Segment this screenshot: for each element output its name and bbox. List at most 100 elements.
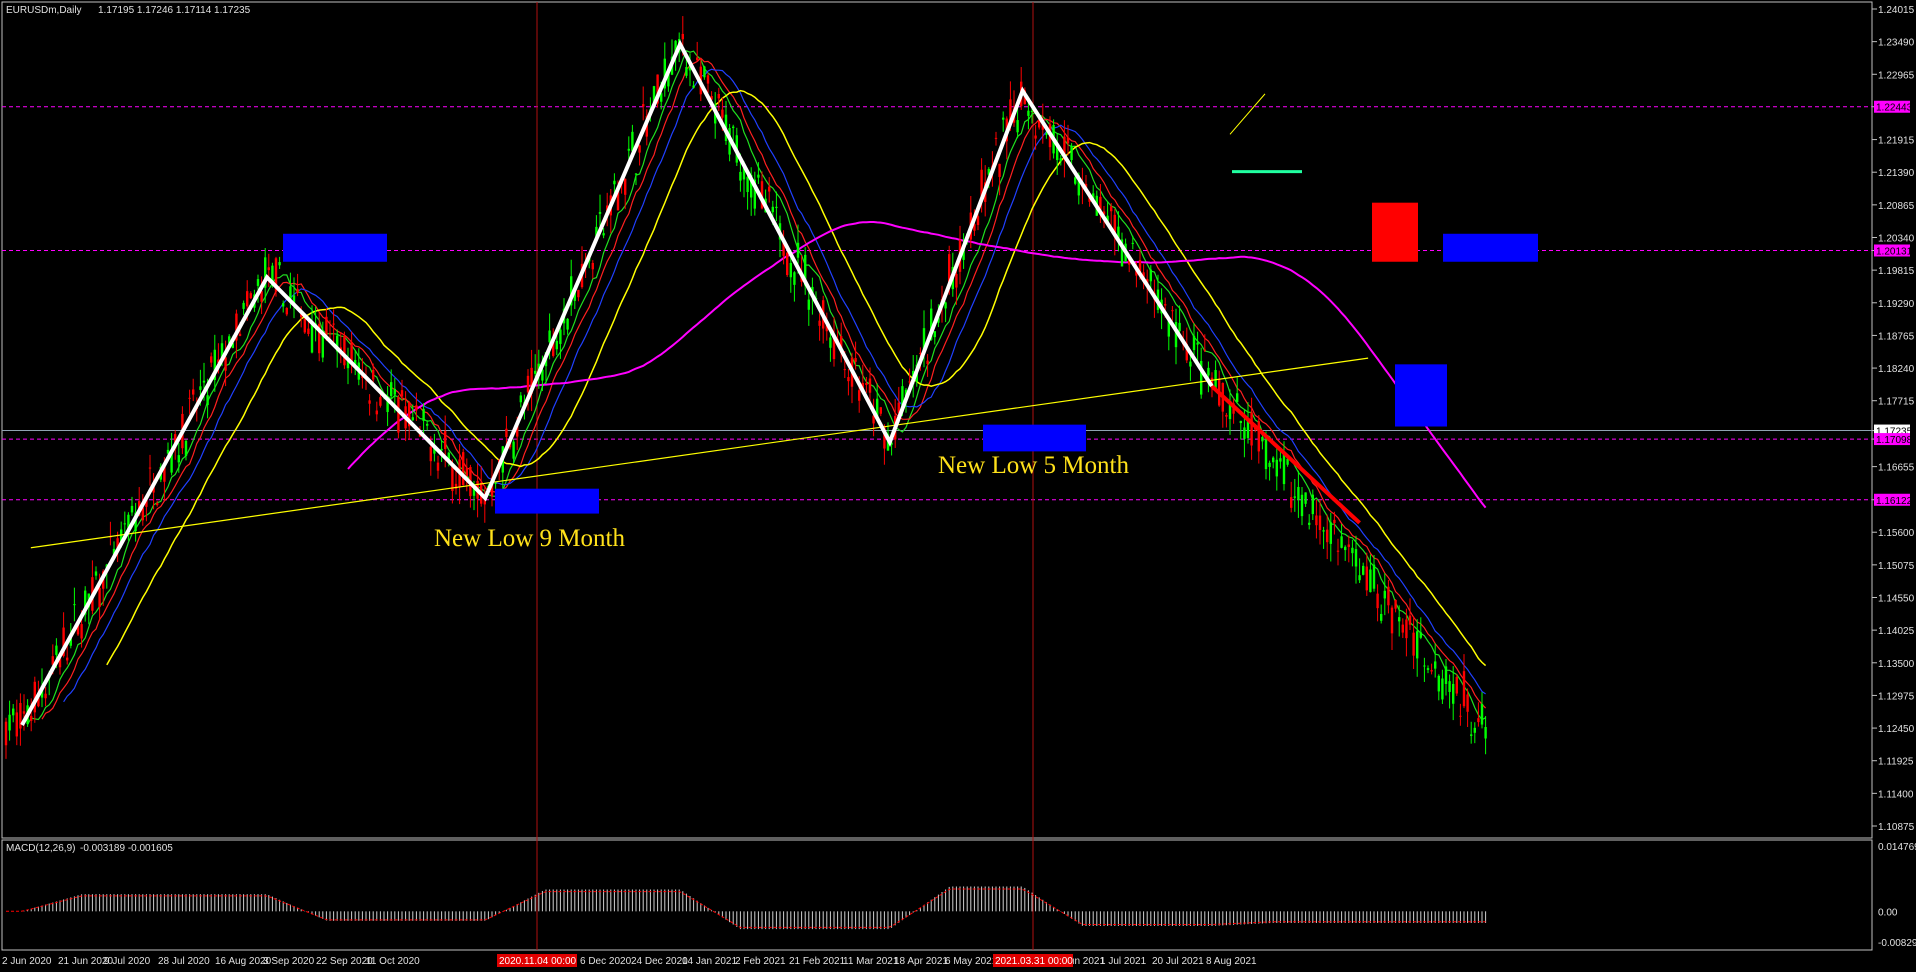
candle-body	[1131, 242, 1134, 244]
candle-body	[426, 423, 429, 426]
candle-body	[1318, 515, 1322, 531]
date-highlight-label: 2020.11.04 00:00	[499, 956, 577, 967]
candle-body	[282, 303, 285, 307]
candle-body	[440, 448, 443, 451]
candle-body	[577, 289, 580, 298]
candle-body	[1441, 678, 1444, 700]
chart-background	[0, 0, 1916, 972]
candle-body	[807, 299, 810, 310]
candle-body	[368, 400, 371, 404]
candle-body	[1268, 462, 1271, 467]
candle-body	[1477, 718, 1480, 723]
candle-body	[933, 331, 936, 338]
price-chart[interactable]: 1.24015 1.23490 1.22965 1.22443 1.21915 1.213…	[0, 0, 1916, 972]
candle-body	[379, 397, 382, 406]
candle-body	[19, 702, 22, 729]
candle-body	[1308, 522, 1311, 525]
candle-body	[436, 462, 440, 471]
price-tick-label: 1.17715	[1878, 397, 1915, 408]
price-tick-label: 1.16655	[1878, 463, 1915, 474]
price-tick-label: 1.22965	[1878, 70, 1915, 81]
candle-body	[1207, 367, 1210, 376]
date-tick-label: 2 Feb 2021	[735, 956, 786, 967]
candle-body	[1434, 661, 1437, 669]
candle-body	[1455, 677, 1458, 694]
candle-body	[1045, 133, 1048, 135]
candle-body	[321, 335, 324, 358]
candle-body	[1444, 666, 1448, 684]
candle-body	[1290, 497, 1293, 508]
candle-body	[1279, 458, 1282, 462]
candle-body	[307, 328, 310, 334]
candle-body	[1394, 599, 1397, 609]
candle-body	[390, 382, 393, 397]
candle-body	[732, 126, 735, 129]
candle-body	[411, 417, 414, 421]
candle-body	[1192, 335, 1196, 351]
candle-body	[1164, 304, 1167, 306]
date-tick-label: 18 Apr 2021	[894, 956, 948, 967]
annotation-new-low-9-month: New Low 9 Month	[434, 525, 625, 552]
candle-body	[829, 337, 832, 348]
candle-body	[296, 288, 299, 293]
candle-body	[188, 397, 191, 399]
candle-body	[591, 262, 594, 270]
candle-body	[80, 624, 83, 639]
price-tick-label: 1.14025	[1878, 626, 1915, 637]
macd-values: -0.003189 -0.001605	[80, 843, 173, 854]
candle-body	[998, 163, 1001, 177]
candle-body	[8, 714, 11, 731]
candle-body	[1016, 120, 1019, 133]
candle-body	[202, 380, 206, 383]
candle-body	[526, 375, 530, 393]
candle-body	[1452, 683, 1455, 704]
candle-body	[1484, 727, 1487, 739]
candle-body	[1297, 486, 1300, 501]
candle-body	[177, 455, 180, 463]
zone-blue-aug-2020	[283, 233, 387, 262]
date-tick-label: 24 Dec 2020	[631, 956, 688, 967]
price-tick-label: 1.10875	[1878, 822, 1915, 833]
candle-body	[156, 503, 159, 506]
candle-body	[1066, 137, 1070, 144]
candle-body	[1171, 310, 1174, 312]
candle-body	[210, 356, 213, 363]
candle-body	[332, 323, 335, 325]
candle-body	[1416, 631, 1419, 659]
candle-body	[1351, 547, 1354, 554]
candle-body	[1293, 496, 1296, 498]
candle-body	[1462, 671, 1466, 707]
candle-body	[55, 645, 58, 655]
date-tick-label: 21 Feb 2021	[789, 956, 846, 967]
candle-body	[548, 330, 551, 343]
candle-body	[512, 441, 515, 459]
candle-body	[1358, 575, 1361, 581]
chart-ohlc: 1.17195 1.17246 1.17114 1.17235	[98, 5, 251, 16]
macd-tick-label: -0.008294	[1878, 938, 1916, 949]
candle-body	[1405, 619, 1408, 639]
candle-body	[343, 335, 346, 366]
candle-body	[494, 482, 497, 484]
candle-body	[703, 66, 706, 78]
candle-body	[1423, 665, 1426, 667]
candle-body	[22, 711, 26, 714]
candle-body	[267, 267, 270, 271]
candle-body	[1225, 414, 1228, 417]
zone-blue-jul-2021	[1395, 364, 1447, 427]
candle-body	[786, 252, 789, 276]
date-tick-label: 20 Jul 2021	[1152, 956, 1204, 967]
candle-body	[1347, 544, 1350, 547]
candle-body	[854, 358, 857, 362]
date-tick-label: 11 Mar 2021	[843, 956, 899, 967]
candle-body	[534, 370, 537, 374]
candle-body	[1362, 565, 1365, 575]
candle-body	[1387, 586, 1390, 606]
price-tag-label: 1.22443	[1876, 103, 1913, 114]
candle-body	[192, 389, 195, 395]
candle-body	[1189, 361, 1192, 367]
candle-body	[1369, 569, 1372, 593]
candle-body	[462, 452, 465, 485]
candle-body	[375, 410, 378, 415]
price-tick-label: 1.15600	[1878, 528, 1915, 539]
date-tick-label: 22 Sep 2020	[316, 956, 373, 967]
